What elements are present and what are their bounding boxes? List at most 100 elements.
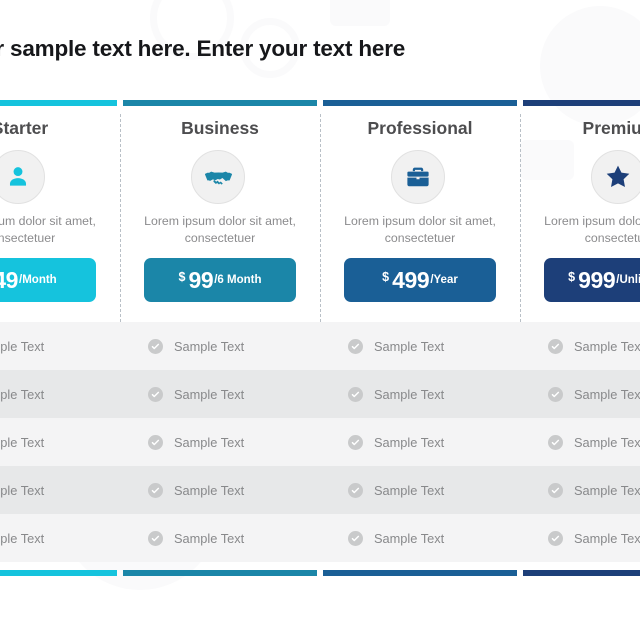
table-row[interactable]: Sample Text	[0, 466, 120, 514]
table-row[interactable]: Sample Text	[120, 514, 320, 562]
table-row[interactable]: Sample Text	[520, 370, 640, 418]
feature-list-premium: Sample Text Sample Text Sample Text Samp…	[520, 322, 640, 562]
plan-name-starter: Starter	[0, 118, 49, 138]
table-row[interactable]: Sample Text	[120, 370, 320, 418]
column-accent-bar-top	[323, 100, 517, 106]
feature-label: Sample Text	[0, 434, 45, 450]
table-row[interactable]: Sample Text	[520, 418, 640, 466]
check-icon	[148, 338, 163, 354]
briefcase-icon	[391, 150, 445, 204]
table-row[interactable]: Sample Text	[520, 466, 640, 514]
table-row[interactable]: Sample Text	[0, 418, 120, 466]
handshake-icon	[191, 150, 245, 204]
price-currency: $	[382, 270, 390, 284]
table-row[interactable]: Sample Text	[120, 466, 320, 514]
pricing-column-professional[interactable]: Professional Lorem ipsum dolor sit amet,…	[320, 100, 520, 576]
feature-label: Sample Text	[374, 434, 445, 450]
price-button-professional[interactable]: $ 499 /Year	[344, 258, 496, 302]
feature-label: Sample Text	[0, 338, 45, 354]
check-icon	[548, 386, 563, 402]
pricing-slide: your sample text here. Enter your text h…	[0, 0, 640, 640]
column-accent-bar-top	[523, 100, 640, 106]
feature-list-starter: Sample Text Sample Text Sample Text Samp…	[0, 322, 120, 562]
plan-description-starter: Lorem ipsum dolor sit amet, consectetuer	[0, 214, 96, 245]
feature-label: Sample Text	[0, 530, 45, 546]
feature-list-professional: Sample Text Sample Text Sample Text Samp…	[320, 322, 520, 562]
check-icon	[548, 434, 563, 450]
plan-name-professional: Professional	[367, 118, 473, 138]
price-period: /Year	[430, 274, 458, 286]
table-row[interactable]: Sample Text	[520, 514, 640, 562]
price-button-business[interactable]: $ 99 /6 Month	[144, 258, 296, 302]
column-accent-bar-top	[123, 100, 317, 106]
table-row[interactable]: Sample Text	[0, 370, 120, 418]
feature-label: Sample Text	[574, 530, 640, 546]
table-row[interactable]: Sample Text	[320, 514, 520, 562]
table-row[interactable]: Sample Text	[0, 514, 120, 562]
price-button-premium[interactable]: $ 999 /Unlimited	[544, 258, 640, 302]
plan-description-business: Lorem ipsum dolor sit amet, consectetuer	[144, 214, 296, 245]
pricing-column-premium[interactable]: Premium Lorem ipsum dolor sit amet, cons…	[520, 100, 640, 576]
check-icon	[348, 530, 363, 546]
price-button-starter[interactable]: $ 49 /Month	[0, 258, 96, 302]
person-icon	[0, 150, 45, 204]
price-amount: 499	[392, 266, 430, 293]
plan-description-premium: Lorem ipsum dolor sit amet, consectetuer	[544, 214, 640, 245]
feature-label: Sample Text	[174, 338, 245, 354]
feature-label: Sample Text	[374, 338, 445, 354]
price-amount: 49	[0, 266, 19, 293]
feature-label: Sample Text	[574, 338, 640, 354]
feature-label: Sample Text	[0, 482, 45, 498]
plan-name-business: Business	[181, 118, 259, 138]
pricing-table: Starter Lorem ipsum dolor sit amet, cons…	[0, 100, 640, 576]
feature-label: Sample Text	[174, 386, 245, 402]
price-currency: $	[568, 270, 576, 284]
table-row[interactable]: Sample Text	[320, 370, 520, 418]
price-currency: $	[178, 270, 186, 284]
plan-name-premium: Premium	[582, 118, 640, 138]
column-accent-bar-bottom	[123, 570, 317, 576]
table-row[interactable]: Sample Text	[120, 418, 320, 466]
feature-label: Sample Text	[0, 386, 45, 402]
check-icon	[548, 338, 563, 354]
check-icon	[148, 386, 163, 402]
price-amount: 99	[188, 266, 214, 293]
pricing-column-business[interactable]: Business Lorem ipsum dolor sit amet, con…	[120, 100, 320, 576]
column-accent-bar-top	[0, 100, 117, 106]
feature-label: Sample Text	[574, 482, 640, 498]
column-accent-bar-bottom	[323, 570, 517, 576]
star-icon	[591, 150, 640, 204]
check-icon	[348, 482, 363, 498]
column-accent-bar-bottom	[0, 570, 117, 576]
feature-label: Sample Text	[174, 530, 245, 546]
price-period: /Unlimited	[616, 274, 640, 286]
plan-description-professional: Lorem ipsum dolor sit amet, consectetuer	[344, 214, 496, 245]
table-row[interactable]: Sample Text	[320, 322, 520, 370]
page-title: your sample text here. Enter your text h…	[0, 36, 406, 61]
table-row[interactable]: Sample Text	[520, 322, 640, 370]
table-row[interactable]: Sample Text	[120, 322, 320, 370]
price-period: /6 Month	[214, 274, 262, 286]
check-icon	[348, 434, 363, 450]
feature-label: Sample Text	[574, 386, 640, 402]
check-icon	[148, 530, 163, 546]
column-accent-bar-bottom	[523, 570, 640, 576]
feature-label: Sample Text	[374, 386, 445, 402]
check-icon	[348, 386, 363, 402]
check-icon	[148, 434, 163, 450]
check-icon	[148, 482, 163, 498]
feature-label: Sample Text	[374, 482, 445, 498]
pricing-column-starter[interactable]: Starter Lorem ipsum dolor sit amet, cons…	[0, 100, 120, 576]
price-period: /Month	[19, 274, 57, 286]
feature-label: Sample Text	[174, 482, 245, 498]
feature-label: Sample Text	[174, 434, 245, 450]
table-row[interactable]: Sample Text	[320, 466, 520, 514]
check-icon	[548, 530, 563, 546]
check-icon	[548, 482, 563, 498]
feature-label: Sample Text	[374, 530, 445, 546]
table-row[interactable]: Sample Text	[320, 418, 520, 466]
feature-list-business: Sample Text Sample Text Sample Text Samp…	[120, 322, 320, 562]
table-row[interactable]: Sample Text	[0, 322, 120, 370]
feature-label: Sample Text	[574, 434, 640, 450]
price-amount: 999	[578, 266, 616, 293]
